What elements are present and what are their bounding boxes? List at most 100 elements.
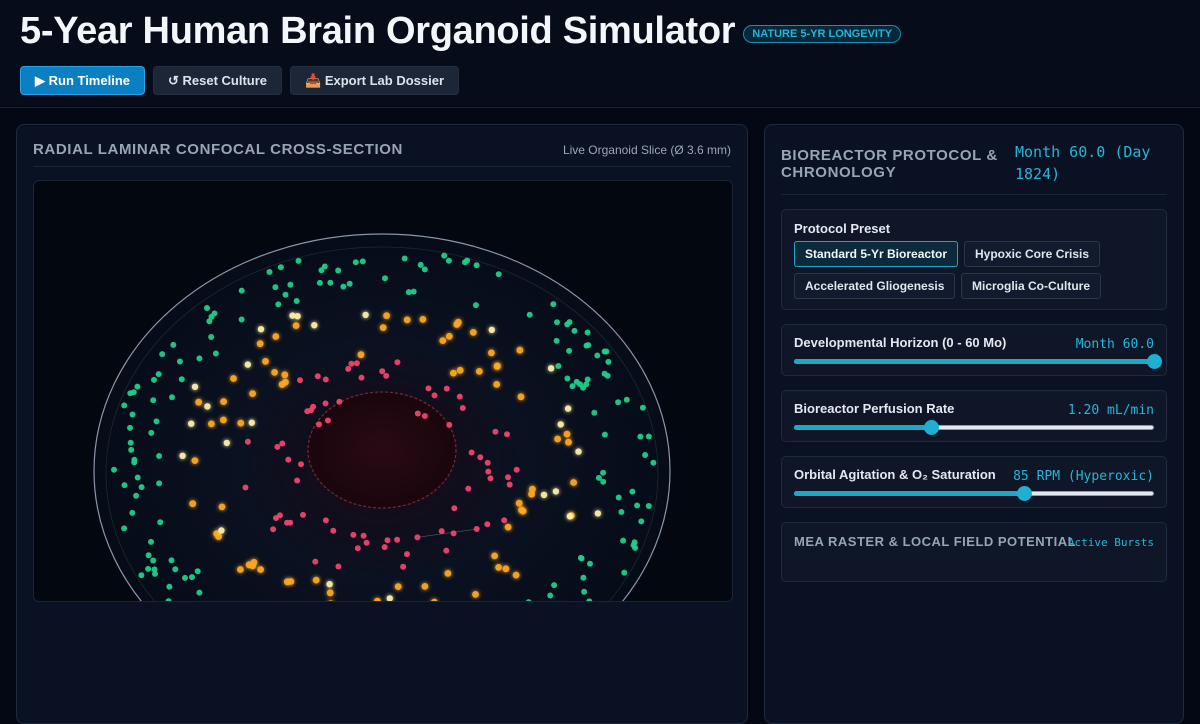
preset-microglia-co-culture[interactable]: Microglia Co-Culture xyxy=(961,273,1102,299)
progenitor-cell xyxy=(352,259,359,266)
mea-raster-card: MEA RASTER & LOCAL FIELD POTENTIAL Activ… xyxy=(781,522,1167,582)
cross-section-title: RADIAL LAMINAR CONFOCAL CROSS-SECTION xyxy=(33,141,403,158)
run-timeline-button[interactable]: ▶ Run Timeline xyxy=(20,66,145,95)
progenitor-cell xyxy=(272,284,279,291)
mature-neuron xyxy=(257,326,265,333)
month-readout: Month 60.0 (Day 1824) xyxy=(1015,143,1151,183)
mature-neuron xyxy=(218,527,225,534)
progenitor-cell xyxy=(629,488,636,495)
core-cell xyxy=(394,536,401,543)
progenitor-cell xyxy=(206,318,213,325)
slice-caption: Live Organoid Slice (Ø 3.6 mm) xyxy=(562,143,731,157)
progenitor-cell xyxy=(129,411,136,418)
migrating-neuron xyxy=(215,533,223,540)
progenitor-cell xyxy=(168,557,175,564)
core-cell xyxy=(446,421,453,428)
migrating-neuron xyxy=(262,358,269,365)
progenitor-cell xyxy=(600,469,607,476)
core-cell xyxy=(381,544,388,551)
core-cell xyxy=(443,547,450,554)
progenitor-cell xyxy=(650,459,657,466)
migrating-neuron xyxy=(488,349,495,357)
progenitor-cell xyxy=(316,279,323,286)
mature-neuron xyxy=(289,312,296,319)
preset-hypoxic-core-crisis[interactable]: Hypoxic Core Crisis xyxy=(964,241,1101,267)
migrating-neuron xyxy=(495,564,502,571)
core-cell xyxy=(465,485,472,492)
orbital-agitation-card: Orbital Agitation & O₂ Saturation 85 RPM… xyxy=(781,456,1167,508)
core-cell xyxy=(468,449,475,456)
migrating-neuron xyxy=(570,479,577,486)
perfusion-rate-slider[interactable] xyxy=(794,420,1154,436)
slider-thumb[interactable] xyxy=(1147,354,1162,369)
preset-accelerated-gliogenesis[interactable]: Accelerated Gliogenesis xyxy=(794,273,956,299)
mea-raster-label: MEA RASTER & LOCAL FIELD POTENTIAL xyxy=(794,534,1077,549)
progenitor-cell xyxy=(587,560,593,567)
progenitor-cell xyxy=(238,287,245,294)
progenitor-cell xyxy=(645,433,652,440)
core-cell xyxy=(394,359,401,366)
developmental-horizon-card: Developmental Horizon (0 - 60 Mo) Month … xyxy=(781,324,1167,376)
perfusion-rate-label: Bioreactor Perfusion Rate xyxy=(794,401,955,416)
core-cell xyxy=(270,526,277,533)
slider-thumb[interactable] xyxy=(1017,486,1033,501)
core-cell xyxy=(487,475,494,482)
migrating-neuron xyxy=(237,566,244,573)
core-cell xyxy=(363,539,370,546)
preset-standard-5yr-bioreactor[interactable]: Standard 5-Yr Bioreactor xyxy=(794,241,959,267)
progenitor-cell xyxy=(151,376,157,383)
progenitor-cell xyxy=(547,592,554,599)
progenitor-cell xyxy=(295,257,302,264)
core-cell xyxy=(279,440,286,447)
cross-section-panel: RADIAL LAMINAR CONFOCAL CROSS-SECTION Li… xyxy=(16,124,748,724)
slider-thumb[interactable] xyxy=(923,420,939,435)
progenitor-cell xyxy=(584,329,591,336)
toolbar: ▶ Run Timeline ↺ Reset Culture 📥 Export … xyxy=(20,66,460,95)
core-cell xyxy=(358,374,365,381)
progenitor-cell xyxy=(601,348,608,355)
core-cell xyxy=(459,405,466,411)
progenitor-cell xyxy=(287,281,294,288)
developmental-horizon-slider[interactable] xyxy=(794,354,1162,370)
progenitor-cell xyxy=(495,271,502,278)
orbital-agitation-slider[interactable] xyxy=(794,486,1154,502)
migrating-neuron xyxy=(445,332,453,340)
progenitor-cell xyxy=(645,503,652,509)
progenitor-cell xyxy=(639,404,646,411)
progenitor-cell xyxy=(623,396,630,403)
core-cell xyxy=(350,531,357,538)
migrating-neuron xyxy=(563,430,571,438)
progenitor-cell xyxy=(601,431,608,438)
reset-culture-button[interactable]: ↺ Reset Culture xyxy=(153,66,283,95)
migrating-neuron xyxy=(237,419,245,427)
migrating-neuron xyxy=(450,369,457,377)
mature-neuron xyxy=(552,488,560,495)
progenitor-cell xyxy=(169,394,175,401)
core-cell xyxy=(360,532,367,539)
longevity-badge: NATURE 5-YR LONGEVITY xyxy=(743,24,902,43)
core-cell xyxy=(325,417,331,424)
organoid-viewer[interactable] xyxy=(33,180,733,602)
core-cell xyxy=(451,505,458,512)
migrating-neuron xyxy=(493,381,501,388)
mature-neuron xyxy=(248,419,255,426)
progenitor-cell xyxy=(318,267,325,274)
migrating-neuron xyxy=(195,398,203,406)
migrating-neuron xyxy=(504,523,512,531)
core-cell xyxy=(348,360,355,367)
progenitor-cell xyxy=(182,574,188,581)
migrating-neuron xyxy=(257,566,264,573)
core-cell xyxy=(438,528,445,535)
progenitor-cell xyxy=(445,257,452,264)
core-cell xyxy=(274,443,281,450)
migrating-neuron xyxy=(475,368,483,375)
progenitor-cell xyxy=(346,280,353,287)
export-lab-dossier-button[interactable]: 📥 Export Lab Dossier xyxy=(290,66,460,95)
migrating-neuron xyxy=(189,500,197,508)
mature-neuron xyxy=(362,311,369,319)
core-cell xyxy=(421,413,428,419)
migrating-neuron xyxy=(272,333,280,340)
migrating-neuron xyxy=(218,503,226,511)
progenitor-cell xyxy=(551,582,558,589)
core-cell xyxy=(294,477,301,484)
